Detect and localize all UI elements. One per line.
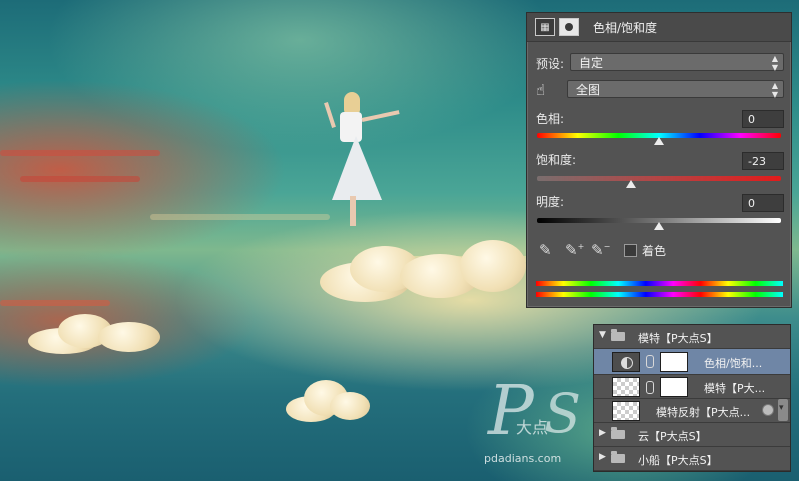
- layer-effect-icon[interactable]: [762, 404, 774, 416]
- colorize-checkbox[interactable]: [624, 244, 637, 257]
- watermark-p: P: [488, 372, 534, 451]
- sky-streak: [20, 176, 140, 182]
- saturation-slider-thumb[interactable]: [625, 180, 636, 188]
- hue-label: 色相:: [536, 112, 565, 126]
- layer-model-reflection[interactable]: 模特反射【P大点...: [594, 399, 790, 423]
- chevron-updown-icon: ▲ ▼: [771, 54, 778, 72]
- mask-thumbnail[interactable]: [660, 377, 688, 397]
- channel-select[interactable]: 全图 ▲ ▼: [567, 80, 784, 99]
- layer-name: 云【P大点S】: [638, 430, 707, 443]
- eyedropper-plus-icon[interactable]: ✎+: [565, 241, 584, 259]
- layer-thumbnail[interactable]: [612, 401, 640, 421]
- layer-name: 模特【P大...: [704, 382, 766, 395]
- hand-icon[interactable]: ☝: [536, 81, 545, 99]
- panel-header: ▦ 色相/饱和度: [527, 13, 791, 42]
- figure-dress: [332, 136, 382, 200]
- sky-streak: [150, 214, 330, 220]
- hue-input[interactable]: 0: [742, 110, 784, 128]
- lightness-input[interactable]: 0: [742, 194, 784, 212]
- chevron-right-icon[interactable]: ▶: [599, 428, 606, 438]
- layer-hue-saturation[interactable]: 色相/饱和...: [594, 349, 790, 375]
- layer-group-model[interactable]: ▼ 模特【P大点S】: [594, 325, 790, 349]
- layer-thumbnail[interactable]: [612, 377, 640, 397]
- layers-scrollbar[interactable]: [778, 399, 788, 421]
- preset-value: 自定: [579, 56, 604, 70]
- colorize-label: 着色: [642, 244, 667, 258]
- folder-icon: [611, 427, 625, 439]
- layer-model[interactable]: 模特【P大...: [594, 375, 790, 399]
- chevron-right-icon[interactable]: ▶: [599, 452, 606, 462]
- cloud: [28, 310, 162, 354]
- adjustment-thumbnail[interactable]: [612, 352, 640, 372]
- hue-slider-thumb[interactable]: [654, 137, 664, 145]
- cloud: [286, 380, 370, 424]
- chevron-updown-icon: ▲ ▼: [771, 81, 778, 99]
- watermark-url: pdadians.com: [484, 452, 562, 465]
- chevron-down-icon[interactable]: ▼: [599, 330, 606, 340]
- model-figure: [324, 92, 406, 232]
- figure-arm: [361, 110, 400, 122]
- layers-panel: ▼ 模特【P大点S】 色相/饱和... 模特【P大... 模特反射【P大点...…: [593, 324, 791, 472]
- figure-hair: [344, 92, 360, 114]
- watermark-logo: P S 大点 pdadians.com: [480, 372, 590, 472]
- panel-title: 色相/饱和度: [593, 20, 658, 35]
- input-color-bar: [536, 281, 783, 286]
- output-color-bar: [536, 292, 783, 297]
- sky-streak: [0, 150, 160, 156]
- link-icon[interactable]: [646, 355, 654, 368]
- saturation-label: 饱和度:: [536, 153, 577, 167]
- sky-streak: [0, 300, 110, 306]
- figure-leg: [350, 196, 356, 226]
- eyedropper-icon[interactable]: ✎: [539, 241, 552, 259]
- layer-group-boat[interactable]: ▶ 小船【P大点S】: [594, 447, 790, 471]
- folder-icon: [611, 451, 625, 463]
- preset-label: 预设:: [536, 57, 565, 71]
- layer-name: 模特【P大点S】: [638, 332, 718, 345]
- watermark-chinese: 大点: [516, 418, 549, 437]
- lightness-label: 明度:: [536, 195, 565, 209]
- watermark-s: S: [544, 382, 581, 445]
- layer-name: 色相/饱和...: [704, 357, 763, 370]
- layer-name: 小船【P大点S】: [638, 454, 718, 467]
- mask-thumbnail[interactable]: [660, 352, 688, 372]
- figure-arm: [324, 102, 336, 128]
- folder-icon: [611, 329, 625, 341]
- hue-sat-layer-icon[interactable]: ▦: [535, 18, 555, 36]
- properties-panel-hue-saturation: ▦ 色相/饱和度 预设: 自定 ▲ ▼ ☝ 全图 ▲ ▼ 色相: 0 饱和度: -2…: [526, 12, 792, 308]
- lightness-slider-thumb[interactable]: [654, 222, 664, 230]
- layer-name: 模特反射【P大点...: [656, 406, 751, 419]
- preset-select[interactable]: 自定 ▲ ▼: [570, 53, 784, 72]
- hue-sat-layer-icon: [621, 357, 633, 369]
- saturation-slider-track[interactable]: [537, 176, 781, 181]
- cloud: [320, 240, 530, 304]
- saturation-input[interactable]: -23: [742, 152, 784, 170]
- link-icon[interactable]: [646, 381, 654, 394]
- layer-group-cloud[interactable]: ▶ 云【P大点S】: [594, 423, 790, 447]
- eyedropper-minus-icon[interactable]: ✎−: [591, 241, 610, 259]
- channel-value: 全图: [576, 83, 601, 97]
- mask-icon[interactable]: [559, 18, 579, 36]
